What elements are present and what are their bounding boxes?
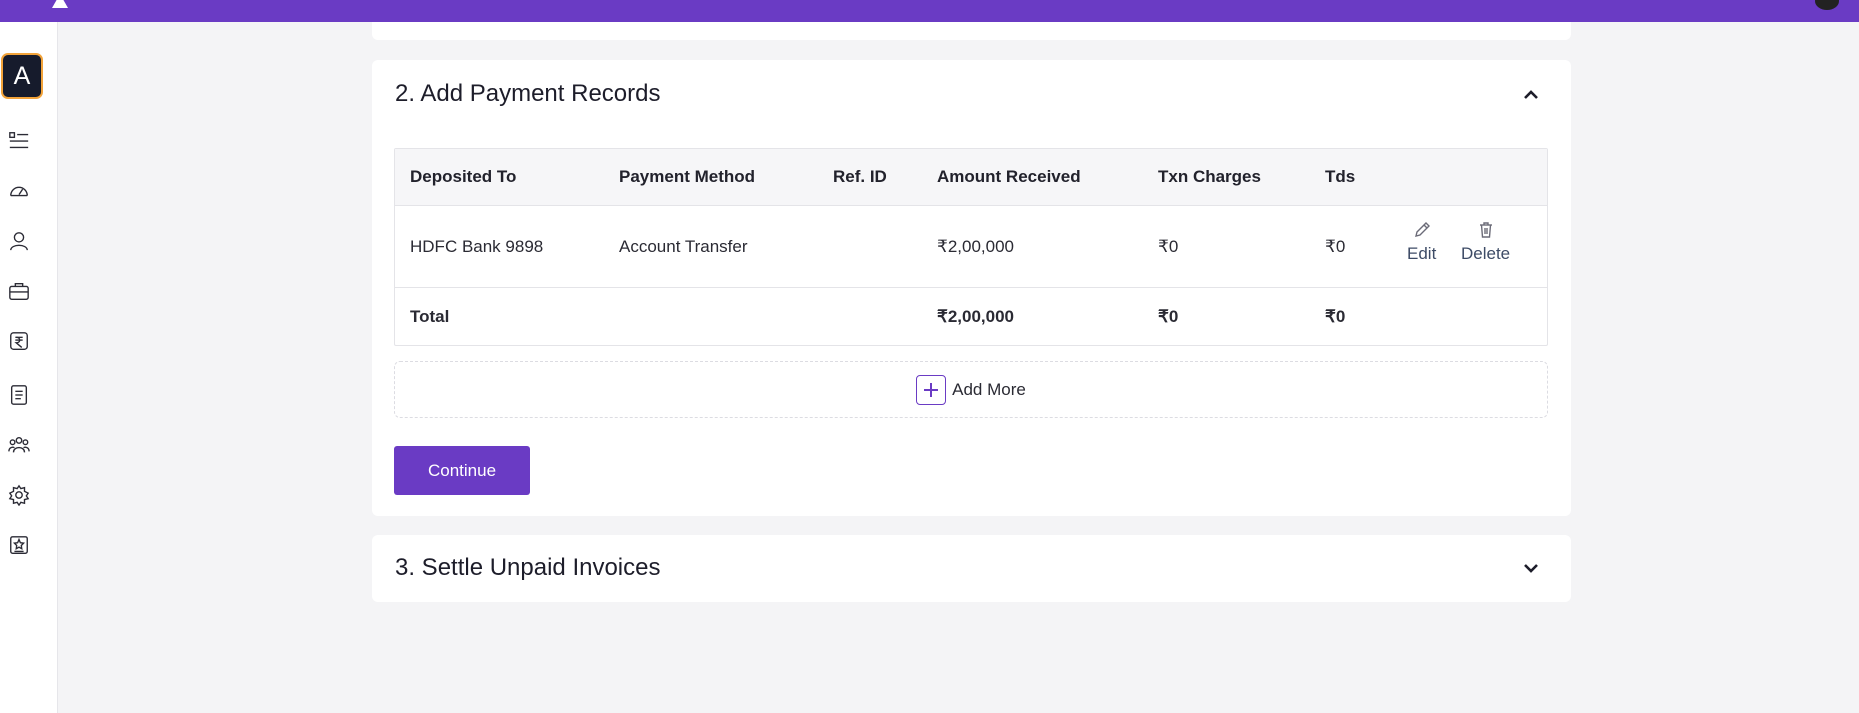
avatar[interactable]: A [1, 53, 43, 99]
delete-label: Delete [1461, 244, 1511, 263]
header-amount-received: Amount Received [937, 167, 1081, 186]
rupee-icon[interactable] [7, 329, 31, 353]
logo-icon [50, 0, 70, 10]
section-title-payments: 2. Add Payment Records [395, 80, 661, 107]
team-icon[interactable] [7, 433, 31, 457]
user-icon[interactable] [7, 229, 31, 253]
dashboard-gauge-icon[interactable] [7, 179, 31, 203]
badge-star-icon[interactable] [7, 533, 31, 557]
table-header-row: Deposited To Payment Method Ref. ID Amou… [395, 149, 1547, 206]
document-icon[interactable] [7, 383, 31, 407]
header-tds: Tds [1325, 167, 1356, 186]
header-deposited-to: Deposited To [410, 167, 517, 186]
chevron-down-icon[interactable] [1521, 558, 1541, 578]
chevron-up-icon[interactable] [1521, 85, 1541, 105]
sidebar: A [0, 22, 58, 713]
plus-icon [916, 374, 947, 405]
cell-deposited-to: HDFC Bank 9898 [410, 236, 544, 256]
table-row: HDFC Bank 9898 Account Transfer ₹2,00,00… [395, 206, 1547, 288]
total-label: Total [410, 306, 450, 326]
header-ref-id: Ref. ID [833, 167, 887, 186]
list-icon[interactable] [7, 129, 31, 153]
continue-button[interactable]: Continue [394, 446, 530, 495]
cell-tds: ₹0 [1325, 236, 1346, 256]
edit-label: Edit [1407, 244, 1437, 263]
briefcase-icon[interactable] [7, 279, 31, 303]
header-txn-charges: Txn Charges [1158, 167, 1261, 186]
trash-icon [1476, 220, 1496, 240]
pencil-icon [1412, 220, 1432, 240]
settings-gear-icon[interactable] [7, 483, 31, 507]
total-amount-received: ₹2,00,000 [937, 306, 1014, 326]
previous-section-card [372, 22, 1571, 40]
total-txn-charges: ₹0 [1158, 306, 1179, 326]
header-payment-method: Payment Method [619, 167, 756, 186]
delete-button[interactable]: Delete [1461, 220, 1510, 264]
cell-txn-charges: ₹0 [1158, 236, 1179, 256]
add-payment-records-card: 2. Add Payment Records Deposited To Paym… [372, 60, 1571, 516]
add-more-label: Add More [952, 379, 1026, 399]
cell-amount-received: ₹2,00,000 [937, 236, 1014, 256]
cell-payment-method: Account Transfer [619, 236, 748, 256]
add-more-button[interactable]: Add More [394, 361, 1548, 418]
section-title-settle: 3. Settle Unpaid Invoices [395, 554, 661, 581]
payment-records-table: Deposited To Payment Method Ref. ID Amou… [394, 148, 1548, 346]
user-menu-icon[interactable] [1815, 0, 1839, 10]
settle-unpaid-invoices-card[interactable]: 3. Settle Unpaid Invoices [372, 535, 1571, 602]
table-total-row: Total ₹2,00,000 ₹0 ₹0 [395, 288, 1547, 345]
total-tds: ₹0 [1325, 306, 1346, 326]
edit-button[interactable]: Edit [1407, 220, 1436, 264]
top-bar [0, 0, 1859, 22]
